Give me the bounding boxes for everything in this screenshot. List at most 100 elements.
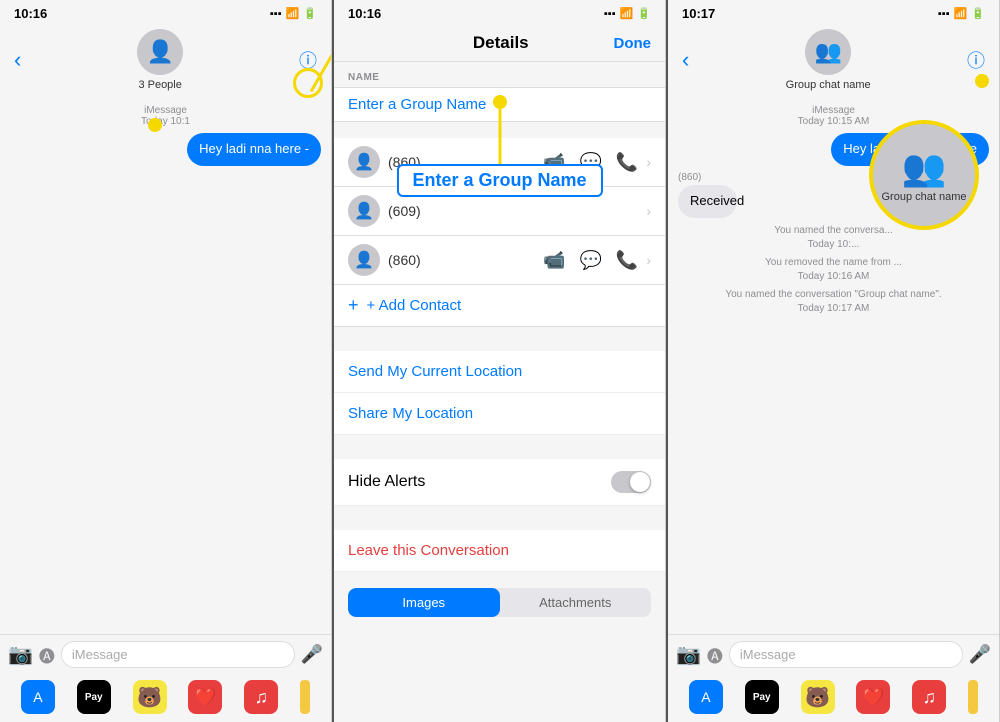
system-msg-1: You named the conversa... Today 10:... (678, 224, 989, 252)
info-button-3[interactable]: ⓘ (967, 47, 985, 73)
chevron-icon-2: › (646, 203, 651, 219)
system-msg-2: You removed the name from ... Today 10:1… (678, 256, 989, 284)
appclip-icon-3[interactable]: 🅐 (707, 643, 723, 667)
battery-icon-2: 🔋 (637, 7, 651, 20)
person-icon-3: 👥 (814, 39, 841, 65)
leave-conversation-button[interactable]: Leave this Conversation (334, 530, 665, 572)
contact-avatar-2: 👤 (348, 195, 380, 227)
share-location-button[interactable]: Share My Location (334, 393, 665, 435)
received-label-3: (860) (678, 172, 756, 183)
back-button-1[interactable]: ‹ (14, 47, 21, 73)
camera-icon-1[interactable]: 📷 (8, 642, 33, 667)
nav-bar-1: ‹ 👤 3 People ⓘ (0, 25, 331, 99)
hide-alerts-toggle[interactable] (611, 471, 651, 493)
emoji-icon-3[interactable]: 🐻 (801, 680, 835, 714)
sent-bubble-row-1: Hey ladi nna here - (10, 133, 321, 166)
music-icon-3[interactable]: ♫ (912, 680, 946, 714)
status-icons-3: ▪▪▪ 📶 🔋 (938, 7, 985, 20)
applepay-icon[interactable]: Pay (77, 680, 111, 714)
phone-icon-3[interactable]: 📞 (616, 250, 638, 271)
group-avatar-3: 👥 (805, 29, 851, 75)
yellow-icon (300, 680, 310, 714)
group-name-input[interactable]: Enter a Group Name (334, 87, 665, 122)
received-bubble-3: Received (678, 185, 737, 218)
status-time-3: 10:17 (682, 6, 715, 21)
plus-icon: + (348, 295, 359, 316)
section-gap-3 (334, 506, 665, 530)
back-button-3[interactable]: ‹ (682, 47, 689, 73)
video-icon-3[interactable]: 📹 (543, 250, 565, 271)
contact-number-2: (609) (388, 203, 509, 219)
status-time-1: 10:16 (14, 6, 47, 21)
input-bar-3: 📷 🅐 iMessage 🎤 (668, 634, 999, 674)
status-bar-3: 10:17 ▪▪▪ 📶 🔋 (668, 0, 999, 25)
status-time-2: 10:16 (348, 6, 381, 21)
contact-actions-3: 📹 💬 📞 (543, 250, 638, 271)
mic-icon-1[interactable]: 🎤 (301, 644, 323, 665)
battery-icon: 🔋 (303, 7, 317, 20)
appclip-icon-1[interactable]: 🅐 (39, 643, 55, 667)
person-icon-1: 👤 (146, 39, 173, 65)
battery-icon-3: 🔋 (971, 7, 985, 20)
add-contact-label: + Add Contact (367, 297, 462, 314)
section-gap-2 (334, 435, 665, 459)
message-icon-3[interactable]: 💬 (579, 250, 601, 271)
nav-bar-3: ‹ 👥 Group chat name ⓘ (668, 25, 999, 99)
hide-alerts-label: Hide Alerts (348, 473, 425, 491)
toggle-knob (630, 472, 650, 492)
details-nav: Details Done (334, 25, 665, 62)
appstore-icon[interactable]: A (21, 680, 55, 714)
panel-2-details: 10:16 ▪▪▪ 📶 🔋 Details Done NAME Enter a … (334, 0, 666, 722)
wifi-icon: 📶 (286, 7, 300, 20)
yellow-icon-3 (968, 680, 978, 714)
status-icons-2: ▪▪▪ 📶 🔋 (604, 7, 651, 20)
signal-icon-3: ▪▪▪ (938, 8, 950, 20)
people-label-3: Group chat name (786, 79, 871, 91)
signal-icon-2: ▪▪▪ (604, 8, 616, 20)
app-dock-1: A Pay 🐻 ❤️ ♫ (0, 674, 331, 722)
camera-icon-3[interactable]: 📷 (676, 642, 701, 667)
contact-avatar-1: 👤 (348, 146, 380, 178)
message-input-1[interactable]: iMessage (61, 641, 295, 668)
input-bar-1: 📷 🅐 iMessage 🎤 (0, 634, 331, 674)
send-location-button[interactable]: Send My Current Location (334, 351, 665, 393)
group-chat-name-label: Group chat name (882, 191, 967, 203)
details-tabs: Images Attachments (348, 588, 651, 617)
group-name-highlight: Enter a Group Name (396, 164, 602, 197)
panel-3-groupchat: 10:17 ▪▪▪ 📶 🔋 ‹ 👥 Group chat name ⓘ iMes… (668, 0, 1000, 722)
appstore-icon-3[interactable]: A (689, 680, 723, 714)
music-icon[interactable]: ♫ (244, 680, 278, 714)
details-title: Details (388, 33, 614, 53)
people-label-1: 3 People (138, 79, 181, 91)
done-button[interactable]: Done (614, 35, 652, 52)
status-bar-1: 10:16 ▪▪▪ 📶 🔋 (0, 0, 331, 25)
large-avatar-annotation: 👥 Group chat name (869, 120, 979, 230)
name-section-label: NAME (334, 62, 665, 87)
heart-icon[interactable]: ❤️ (188, 680, 222, 714)
hide-alerts-row: Hide Alerts (334, 459, 665, 506)
info-button-1[interactable]: ⓘ (299, 47, 317, 73)
tab-attachments[interactable]: Attachments (500, 588, 652, 617)
heart-icon-3[interactable]: ❤️ (856, 680, 890, 714)
chat-area-1: iMessage Today 10:1 Hey ladi nna here - (0, 99, 331, 373)
section-gap-1 (334, 327, 665, 351)
wifi-icon-3: 📶 (954, 7, 968, 20)
system-msg-3: You named the conversation "Group chat n… (678, 288, 989, 316)
wifi-icon-2: 📶 (620, 7, 634, 20)
contact-avatar-3: 👤 (348, 244, 380, 276)
contact-row-3: 👤 (860) 📹 💬 📞 › (334, 236, 665, 285)
message-input-3[interactable]: iMessage (729, 641, 963, 668)
mic-icon-3[interactable]: 🎤 (969, 644, 991, 665)
contact-number-3: (860) (388, 252, 535, 268)
group-avatar-1: 👤 (137, 29, 183, 75)
panel-1-imessage: 10:16 ▪▪▪ 📶 🔋 ‹ 👤 3 People ⓘ iMessage To… (0, 0, 332, 722)
chevron-icon-3: › (646, 252, 651, 268)
phone-icon-1[interactable]: 📞 (616, 152, 638, 173)
app-dock-3: A Pay 🐻 ❤️ ♫ (668, 674, 999, 722)
status-icons-1: ▪▪▪ 📶 🔋 (270, 7, 317, 20)
applepay-icon-3[interactable]: Pay (745, 680, 779, 714)
emoji-icon[interactable]: 🐻 (133, 680, 167, 714)
signal-icon: ▪▪▪ (270, 8, 282, 20)
add-contact-button[interactable]: + + Add Contact (334, 285, 665, 327)
tab-images[interactable]: Images (348, 588, 500, 617)
